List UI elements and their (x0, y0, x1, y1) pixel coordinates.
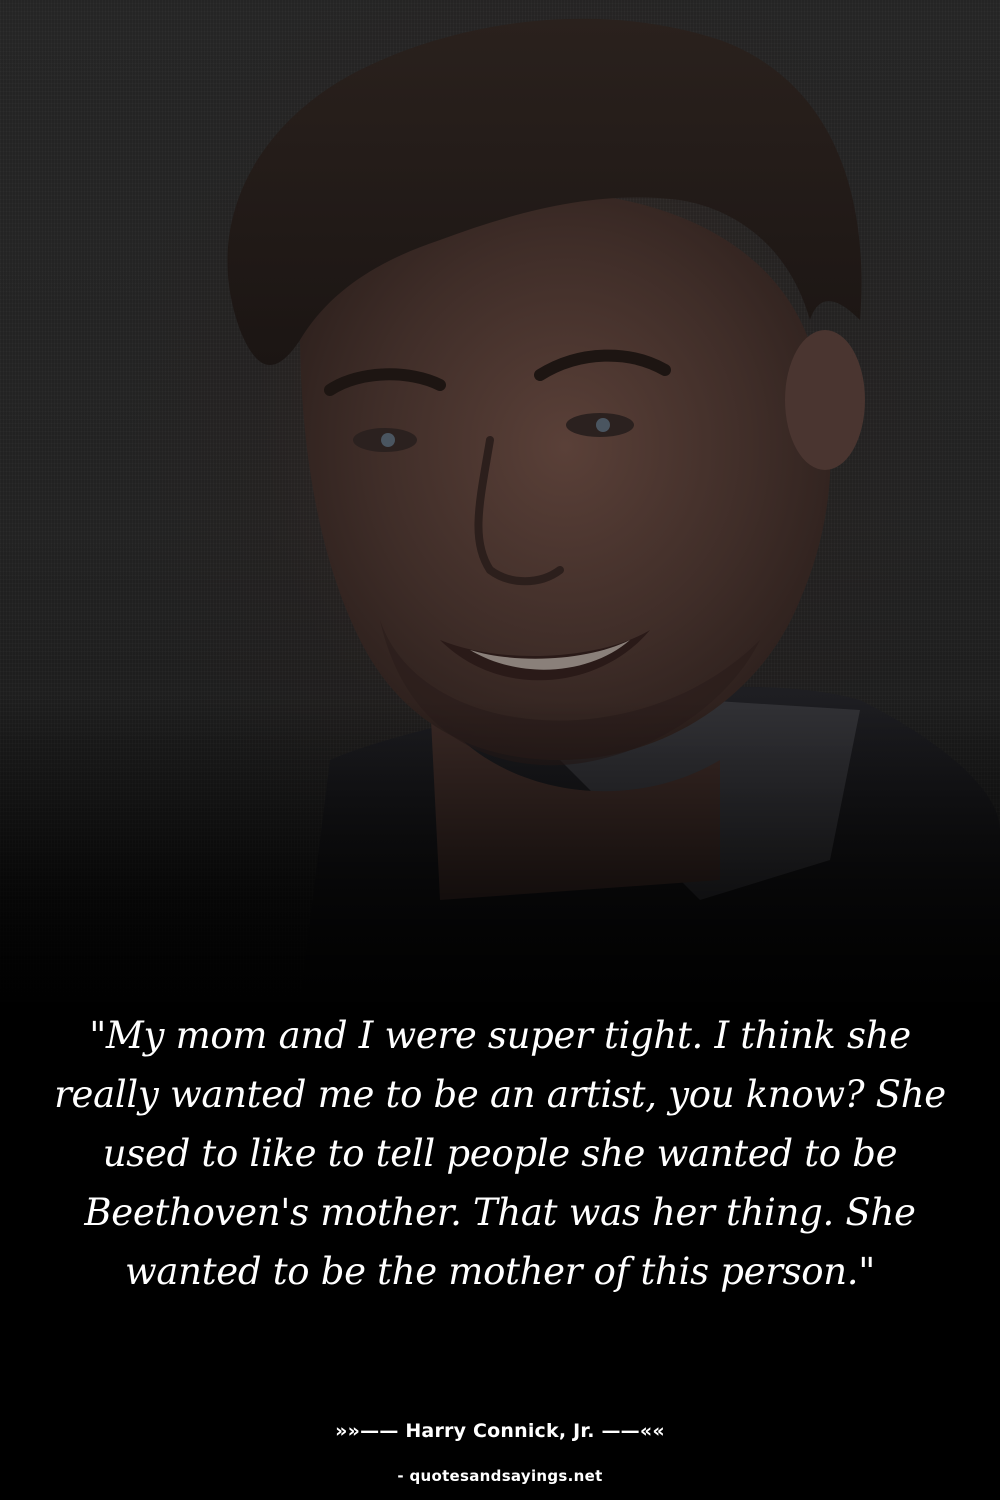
quote-card: "My mom and I were super tight. I think … (0, 0, 1000, 1500)
bottom-fade (0, 700, 1000, 1020)
ear (785, 330, 865, 470)
quote-text: "My mom and I were super tight. I think … (54, 1014, 946, 1293)
source-line: - quotesandsayings.net (397, 1467, 603, 1485)
author-line: »»—— Harry Connick, Jr. ——«« (335, 1420, 665, 1442)
